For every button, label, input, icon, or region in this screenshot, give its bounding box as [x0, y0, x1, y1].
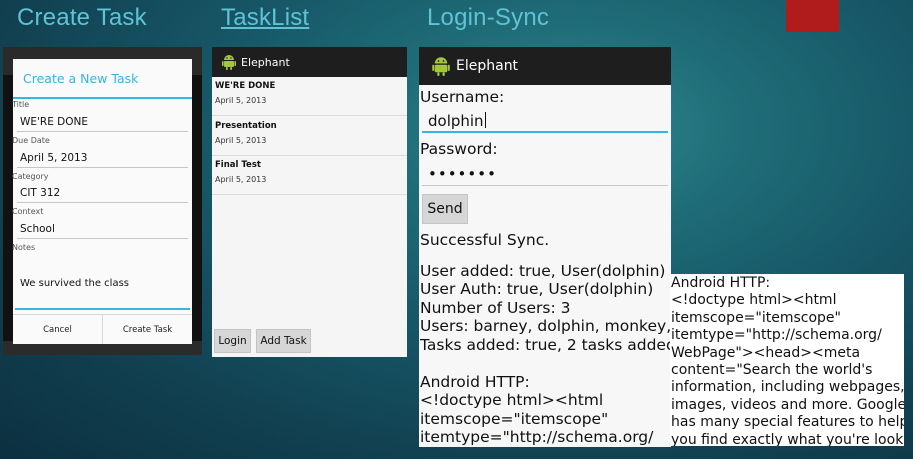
send-button[interactable]: Send	[422, 194, 468, 224]
http-line: images, videos and more. Google	[671, 396, 904, 413]
category-label: Category	[12, 172, 49, 181]
username-value: dolphin	[428, 112, 484, 130]
create-task-dialog: Create a New Task Title WE'RE DONE Due D…	[12, 59, 192, 344]
sync-status: Successful Sync.	[420, 231, 550, 249]
app-title: Elephant	[241, 55, 290, 69]
http-line: Android HTTP:	[671, 275, 771, 291]
password-input[interactable]: •••••••	[422, 164, 668, 186]
http-response-text: Android HTTP: <!doctype html><html items…	[671, 275, 904, 446]
result-line: User added: true, User(dolphin)	[420, 262, 666, 280]
action-bar: Elephant	[212, 47, 407, 77]
field-underline	[17, 202, 188, 203]
task-list-item[interactable]: Presentation April 5, 2013	[212, 117, 407, 156]
task-list-item[interactable]: WE'RE DONE April 5, 2013	[212, 77, 407, 116]
cancel-button[interactable]: Cancel	[13, 315, 102, 344]
android-robot-icon	[432, 56, 450, 76]
text-cursor	[484, 112, 486, 128]
notes-field[interactable]: We survived the class	[15, 255, 190, 310]
field-underline	[17, 131, 188, 132]
task-date: April 5, 2013	[215, 175, 267, 184]
create-task-button[interactable]: Create Task	[102, 315, 192, 344]
http-line: itemscope="itemscope"	[671, 309, 841, 326]
add-task-button[interactable]: Add Task	[256, 329, 311, 353]
dialog-title: Create a New Task	[23, 71, 139, 86]
http-line: <!doctype html><html	[420, 391, 604, 409]
http-line: itemtype="http://schema.org/	[671, 327, 882, 344]
http-line: WebPage"><head><meta	[671, 344, 861, 361]
input-underline	[422, 131, 668, 133]
http-line: you find exactly what you're looking	[671, 431, 904, 446]
http-line: <!doctype html><html	[671, 292, 837, 309]
login-button[interactable]: Login	[214, 329, 251, 353]
context-label: Context	[12, 207, 44, 216]
title-label: Title	[12, 100, 30, 109]
red-decor-block	[786, 0, 839, 32]
task-date: April 5, 2013	[215, 96, 267, 105]
slide-title-login-sync: Login-Sync	[427, 4, 550, 31]
slide-title-create-task: Create Task	[17, 4, 147, 31]
task-name: WE'RE DONE	[215, 81, 276, 91]
http-line: has many special features to help	[671, 414, 904, 431]
due-date-label: Due Date	[12, 136, 50, 145]
category-field[interactable]: CIT 312	[20, 187, 60, 199]
username-input[interactable]: dolphin	[422, 111, 668, 133]
android-robot-icon	[222, 54, 236, 70]
dialog-title-divider	[13, 97, 192, 99]
result-line: User Auth: true, User(dolphin)	[420, 280, 654, 298]
task-name: Presentation	[215, 121, 277, 131]
notes-label: Notes	[12, 243, 36, 252]
result-line: Number of Users: 3	[420, 299, 571, 317]
username-label: Username:	[420, 88, 505, 106]
password-label: Password:	[420, 140, 498, 158]
http-line: itemtype="http://schema.org/	[420, 428, 654, 446]
http-line: information, including webpages,	[671, 379, 904, 396]
result-line: Tasks added: true, 2 tasks added	[420, 336, 671, 354]
http-line: itemscope="itemscope"	[420, 410, 609, 428]
context-field[interactable]: School	[20, 223, 55, 235]
app-title: Elephant	[456, 58, 519, 74]
action-bar: Elephant	[419, 47, 671, 85]
task-name: Final Test	[215, 160, 261, 170]
slide-title-tasklist: TaskList	[221, 4, 310, 31]
dialog-button-bar: Cancel Create Task	[13, 314, 192, 344]
field-underline	[17, 238, 188, 239]
login-sync-screen: Elephant Username: dolphin Password: •••…	[419, 47, 671, 447]
due-date-field[interactable]: April 5, 2013	[20, 152, 87, 164]
input-underline	[422, 185, 668, 186]
field-underline	[17, 167, 188, 168]
password-value: •••••••	[428, 165, 497, 183]
task-list-item[interactable]: Final Test April 5, 2013	[212, 156, 407, 195]
task-date: April 5, 2013	[215, 136, 267, 145]
result-line: Users: barney, dolphin, monkey,	[420, 317, 671, 335]
http-line: Android HTTP:	[420, 373, 530, 391]
http-line: content="Search the world's	[671, 362, 873, 379]
notes-text: We survived the class	[20, 278, 129, 289]
title-field[interactable]: WE'RE DONE	[20, 116, 88, 128]
http-response-panel: Android HTTP: <!doctype html><html items…	[670, 274, 904, 446]
tasklist-screen: Elephant WE'RE DONE April 5, 2013 Presen…	[212, 47, 407, 357]
create-task-screen: Create a New Task Title WE'RE DONE Due D…	[3, 47, 202, 355]
